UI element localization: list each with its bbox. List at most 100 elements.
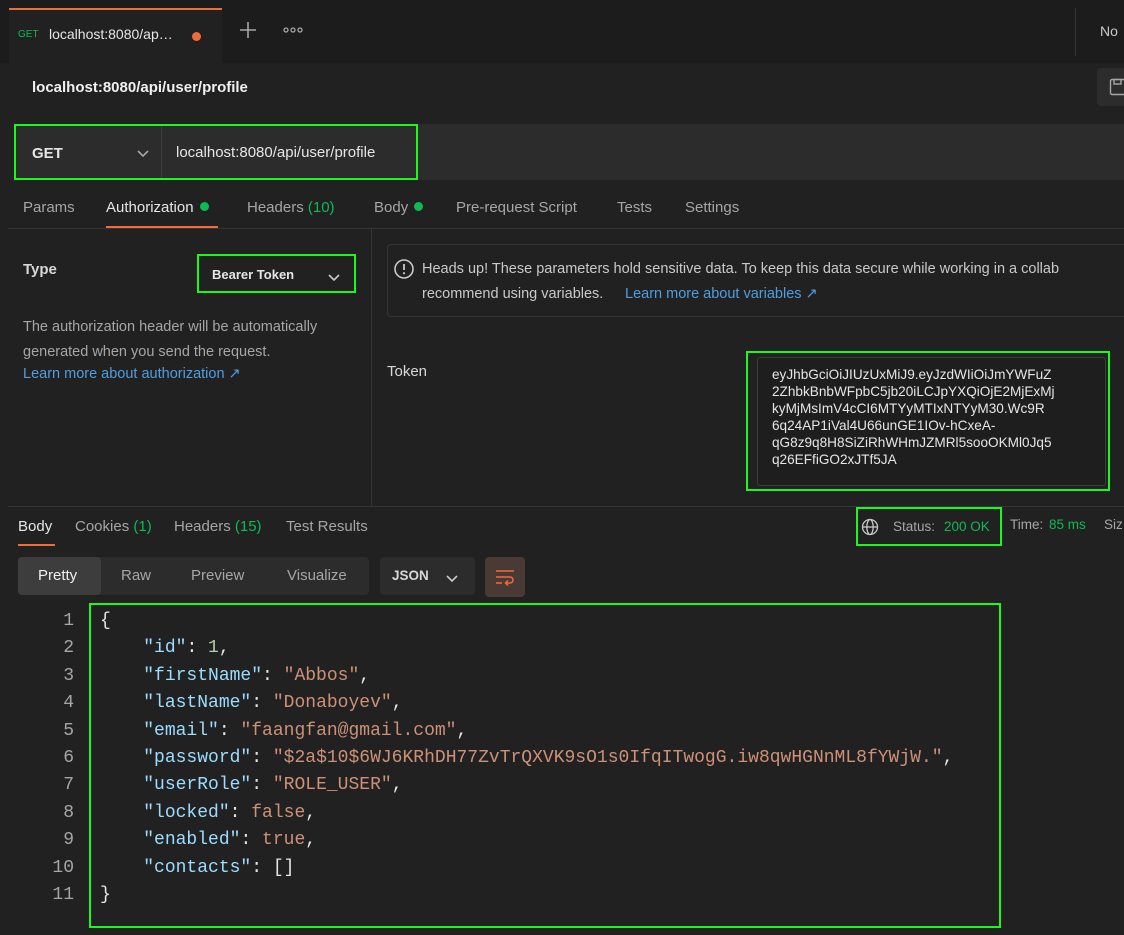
- view-mode-raw[interactable]: Raw: [121, 567, 151, 584]
- ellipsis-icon[interactable]: [283, 22, 303, 38]
- cookies-count: (1): [133, 518, 152, 535]
- view-mode-visualize[interactable]: Visualize: [287, 567, 347, 584]
- format-select[interactable]: JSON: [380, 557, 475, 595]
- tab-label: Authorization: [106, 199, 194, 216]
- learn-more-authorization-link[interactable]: Learn more about authorization ↗: [23, 366, 241, 382]
- tab-tests[interactable]: Tests: [617, 199, 652, 216]
- json-value: true: [262, 830, 306, 851]
- comma: ,: [305, 830, 317, 851]
- comma: ,: [305, 802, 317, 823]
- tab-params[interactable]: Params: [23, 199, 75, 216]
- auth-type-label: Type: [23, 261, 57, 278]
- json-value: false: [251, 802, 306, 823]
- json-value: 1: [208, 638, 219, 659]
- globe-icon[interactable]: [861, 518, 879, 541]
- tab-headers[interactable]: Headers (10): [247, 199, 335, 216]
- tab-label: Cookies: [75, 518, 130, 535]
- response-tab-body[interactable]: Body: [18, 518, 52, 535]
- token-line: eyJhbGciOiJIUzUxMiJ9.eyJzdWIiOiJmYWFuZ: [772, 367, 1052, 382]
- json-key: "enabled": [143, 830, 241, 851]
- json-value: "$2a$10$6WJ6KRhDH77ZvTrQXVK9sO1s0IfqITwo…: [272, 748, 943, 768]
- auth-type-value: Bearer Token: [212, 267, 295, 282]
- comma: ,: [218, 638, 230, 659]
- tab-settings[interactable]: Settings: [685, 199, 739, 216]
- json-entry: "email": "faangfan@gmail.com",: [100, 721, 467, 741]
- json-key: "id": [143, 638, 187, 659]
- tab-label: Headers: [247, 199, 304, 216]
- line-number: 4: [63, 693, 74, 714]
- response-tab-headers[interactable]: Headers (15): [174, 518, 262, 535]
- view-mode-pretty-label: Pretty: [38, 567, 78, 584]
- response-tab-cookies[interactable]: Cookies (1): [75, 518, 152, 535]
- json-key: "locked": [143, 802, 230, 823]
- status-value[interactable]: 200 OK: [944, 519, 990, 534]
- json-key: "email": [143, 720, 219, 741]
- json-key: "userRole": [143, 775, 252, 796]
- notice-text-2: recommend using variables.: [422, 286, 604, 302]
- plus-icon[interactable]: [238, 20, 258, 40]
- wrap-lines-icon: [496, 570, 514, 586]
- unsaved-dot-icon: [192, 32, 201, 41]
- tab-label: Params: [23, 199, 75, 216]
- token-input[interactable]: eyJhbGciOiJIUzUxMiJ9.eyJzdWIiOiJmYWFuZ 2Z…: [757, 357, 1106, 486]
- colon: :: [240, 830, 263, 851]
- tab-label: Headers: [174, 518, 231, 535]
- auth-type-select[interactable]: Bearer Token: [197, 254, 356, 293]
- status-box: Status: 200 OK: [856, 507, 1002, 546]
- save-button[interactable]: [1097, 68, 1124, 106]
- colon: :: [218, 720, 241, 741]
- json-entry: "userRole": "ROLE_USER",: [100, 775, 402, 796]
- environment-selector[interactable]: No: [1100, 23, 1118, 39]
- request-tab-active[interactable]: GET localhost:8080/ap…: [9, 8, 222, 63]
- json-key: "lastName": [143, 693, 252, 714]
- colon: :: [251, 748, 273, 768]
- json-value: "Donaboyev": [272, 693, 392, 714]
- url-highlight: [14, 124, 418, 180]
- tab-authorization[interactable]: Authorization: [106, 199, 209, 216]
- line-number: 9: [63, 830, 74, 851]
- wrap-lines-button[interactable]: [485, 557, 525, 597]
- response-body[interactable]: { "id": 1, "firstName": "Abbos", "lastNa…: [100, 611, 1000, 921]
- json-value: "Abbos": [283, 665, 360, 686]
- tab-body[interactable]: Body: [374, 199, 424, 216]
- tab-label: Settings: [685, 199, 740, 216]
- json-entry: "lastName": "Donaboyev",: [100, 693, 403, 714]
- colon: :: [229, 802, 252, 823]
- time-value[interactable]: 85 ms: [1049, 517, 1086, 532]
- line-number: 6: [63, 748, 74, 768]
- save-icon: [1109, 78, 1124, 96]
- view-mode-preview[interactable]: Preview: [191, 567, 244, 584]
- tab-label: Body: [374, 199, 409, 216]
- comma: ,: [359, 665, 371, 686]
- json-key: "contacts": [143, 857, 252, 878]
- token-line: qG8z9q8H8SiZiRhWHmJZMRl5sooOKMl0Jq5: [772, 435, 1052, 450]
- colon: :: [251, 775, 273, 796]
- tab-label: Test Results: [286, 518, 368, 535]
- response-tab-test-results[interactable]: Test Results: [286, 518, 368, 535]
- tab-method: GET: [18, 29, 39, 40]
- line-number: 10: [52, 857, 74, 878]
- json-entry: "enabled": true,: [100, 830, 316, 850]
- headers-count: (10): [307, 199, 335, 216]
- learn-more-variables-link[interactable]: Learn more about variables ↗: [625, 286, 818, 302]
- json-value: []: [272, 857, 295, 878]
- token-line: 6q24AP1iVal4U66unGE1IOv-hCxeA-: [772, 418, 996, 433]
- line-number: 7: [63, 775, 74, 796]
- chevron-down-icon: [327, 270, 341, 288]
- comma: ,: [391, 693, 403, 714]
- line-number: 11: [52, 885, 74, 905]
- line-number: 1: [63, 611, 74, 631]
- active-tab-underline: [18, 544, 55, 546]
- token-line: kyMjMsImV4cCI6MTYyMTIxNTYyM30.Wc9R: [772, 401, 1045, 416]
- info-icon: [393, 258, 415, 285]
- notice-text: Heads up! These parameters hold sensitiv…: [422, 261, 1060, 277]
- tab-pre-request-script[interactable]: Pre-request Script: [456, 199, 577, 216]
- token-label: Token: [387, 363, 428, 380]
- close-brace: }: [100, 885, 111, 905]
- open-brace: {: [100, 611, 111, 631]
